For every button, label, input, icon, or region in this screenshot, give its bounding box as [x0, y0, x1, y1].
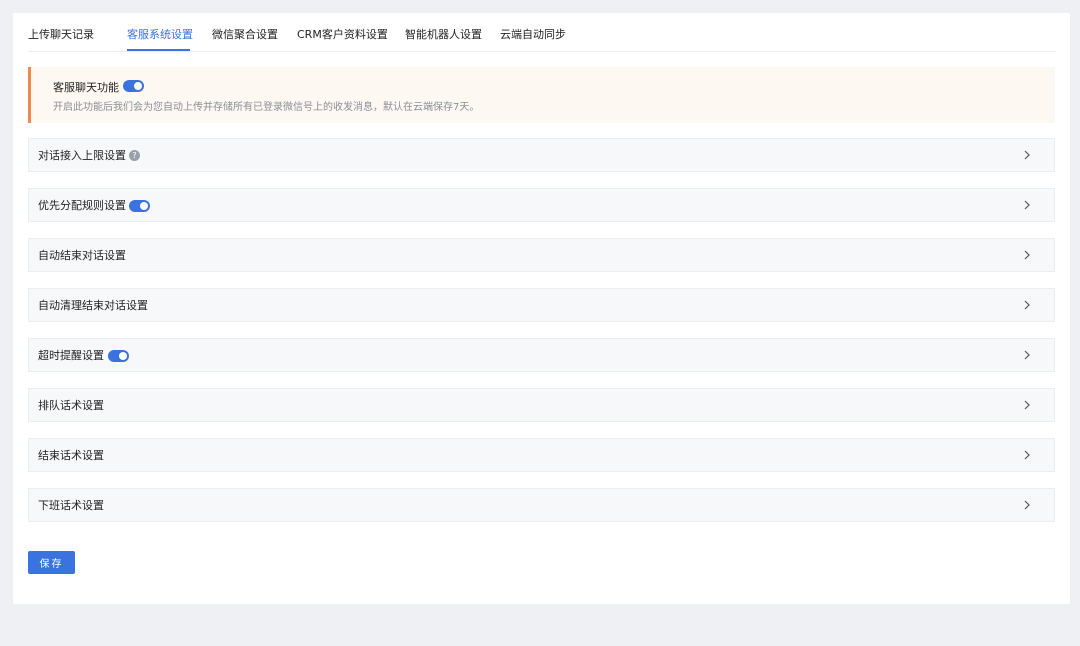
active-tab-indicator [127, 49, 190, 51]
chevron-right-icon [1024, 350, 1030, 360]
tab-crm-customer-profile-settings[interactable]: CRM客户资料设置 [297, 27, 388, 43]
chevron-right-icon [1024, 450, 1030, 460]
panel-end-script[interactable]: 结束话术设置 [28, 438, 1055, 472]
panel-label: 结束话术设置 [38, 449, 104, 462]
notice-title: 客服聊天功能 [53, 81, 119, 94]
chat-feature-notice: 客服聊天功能 开启此功能后我们会为您自动上传并存储所有已登录微信号上的收发消息，… [28, 67, 1055, 123]
priority-assignment-toggle[interactable] [129, 200, 150, 212]
panel-label: 自动结束对话设置 [38, 249, 126, 262]
chevron-right-icon [1024, 300, 1030, 310]
tab-upload-chat-records[interactable]: 上传聊天记录 [28, 27, 94, 43]
panel-auto-end-conversation[interactable]: 自动结束对话设置 [28, 238, 1055, 272]
help-icon[interactable]: ? [129, 150, 140, 161]
chevron-right-icon [1024, 150, 1030, 160]
chevron-right-icon [1024, 400, 1030, 410]
toggle-knob [134, 82, 142, 90]
tab-wechat-aggregation-settings[interactable]: 微信聚合设置 [212, 27, 278, 43]
panel-label: 对话接入上限设置 [38, 149, 126, 162]
panel-timeout-reminder[interactable]: 超时提醒设置 [28, 338, 1055, 372]
panel-label: 优先分配规则设置 [38, 199, 126, 212]
panel-label: 下班话术设置 [38, 499, 104, 512]
panel-label: 超时提醒设置 [38, 349, 104, 362]
chat-feature-toggle[interactable] [123, 80, 144, 92]
tab-smart-robot-settings[interactable]: 智能机器人设置 [405, 27, 482, 43]
panel-label: 排队话术设置 [38, 399, 104, 412]
panel-auto-clean-ended-conversation[interactable]: 自动清理结束对话设置 [28, 288, 1055, 322]
chevron-right-icon [1024, 500, 1030, 510]
tab-customer-service-settings[interactable]: 客服系统设置 [127, 27, 193, 43]
timeout-reminder-toggle[interactable] [108, 350, 129, 362]
panel-conversation-limit[interactable]: 对话接入上限设置 ? [28, 138, 1055, 172]
tab-bar: 上传聊天记录 客服系统设置 微信聚合设置 CRM客户资料设置 智能机器人设置 云… [28, 13, 1056, 52]
toggle-knob [140, 202, 148, 210]
notice-description: 开启此功能后我们会为您自动上传并存储所有已登录微信号上的收发消息，默认在云端保存… [53, 102, 480, 113]
panel-queue-script[interactable]: 排队话术设置 [28, 388, 1055, 422]
toggle-knob [119, 352, 127, 360]
panel-off-duty-script[interactable]: 下班话术设置 [28, 488, 1055, 522]
chevron-right-icon [1024, 200, 1030, 210]
panel-label: 自动清理结束对话设置 [38, 299, 148, 312]
chevron-right-icon [1024, 250, 1030, 260]
panel-priority-assignment[interactable]: 优先分配规则设置 [28, 188, 1055, 222]
settings-card: 上传聊天记录 客服系统设置 微信聚合设置 CRM客户资料设置 智能机器人设置 云… [13, 13, 1070, 604]
save-button[interactable]: 保存 [28, 551, 75, 574]
tab-cloud-auto-sync[interactable]: 云端自动同步 [500, 27, 566, 43]
